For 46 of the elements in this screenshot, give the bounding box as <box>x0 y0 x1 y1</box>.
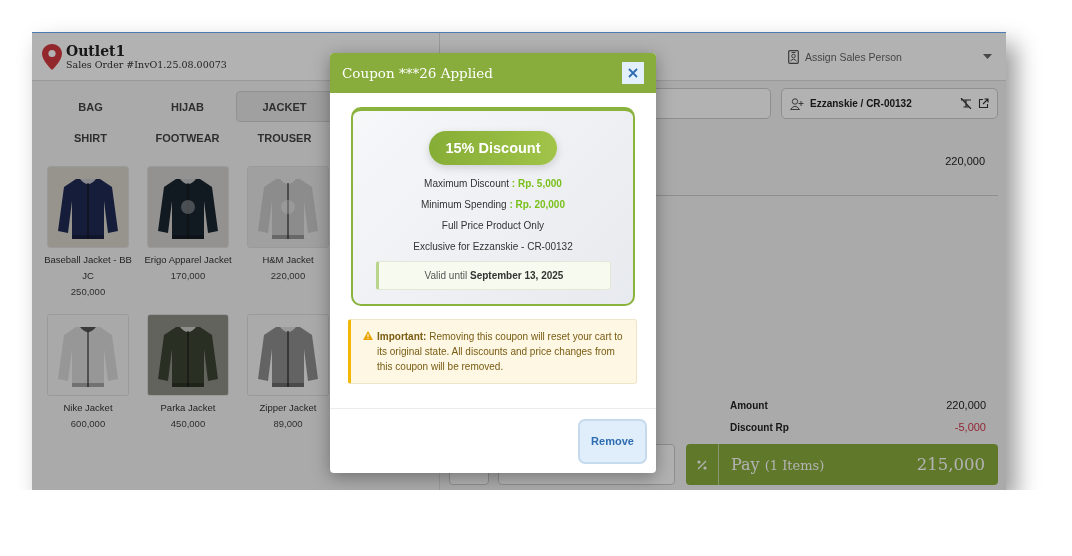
product-name: Erigo Apparel Jacket <box>143 253 233 267</box>
product-price: 250,000 <box>70 285 106 299</box>
total-label: Discount Rp <box>730 421 789 433</box>
badge-person-icon <box>788 49 799 64</box>
warning-icon <box>363 331 373 340</box>
product-name: Parka Jacket <box>159 401 217 415</box>
total-value: 220,000 <box>946 399 986 411</box>
product-name: Zipper Jacket <box>258 401 318 415</box>
product-price: 170,000 <box>170 269 206 283</box>
order-number: Sales Order #InvO1.25.08.00073 <box>66 59 227 70</box>
category-tab[interactable]: BAG <box>42 91 139 122</box>
product-price: 220,000 <box>270 269 306 283</box>
product-name: H&M Jacket <box>261 253 315 267</box>
customer-field[interactable]: Ezzanskie / CR-00132 <box>781 88 998 119</box>
category-tab[interactable]: TROUSER <box>236 122 333 153</box>
product-price: 450,000 <box>170 417 206 431</box>
outlet-name: Outlet1 <box>66 43 127 59</box>
close-button[interactable] <box>622 62 644 84</box>
category-tab[interactable]: JACKET <box>236 91 333 122</box>
modal-title: Coupon ***26 Applied <box>342 65 493 81</box>
crossed-out-icon[interactable] <box>960 98 972 109</box>
coupon-term: Minimum Spending : Rp. 20,000 <box>420 198 566 212</box>
product-price: 89,000 <box>273 417 303 431</box>
warning-text: Important: Removing this coupon will reset your cart to its original state. All discounts and price changes from this coupon will be removed. <box>377 330 624 374</box>
total-value: -5,000 <box>954 421 986 433</box>
coupon-term: Full Price Product Only <box>440 219 546 233</box>
product-name: Nike Jacket <box>62 401 114 415</box>
category-tab[interactable]: HIJAB <box>139 91 236 122</box>
validity-note: Valid until September 13, 2025 <box>424 270 564 281</box>
category-tab[interactable]: SHIRT <box>42 122 139 153</box>
coupon-term: Maximum Discount : Rp. 5,000 <box>423 177 563 191</box>
sales-person-dropdown[interactable]: Assign Sales Person <box>788 49 992 64</box>
product-name: Baseball Jacket - BBJC <box>43 253 133 283</box>
category-tab[interactable]: FOOTWEAR <box>139 122 236 153</box>
percent-icon <box>697 459 707 470</box>
coupon-term: Exclusive for Ezzanskie - CR-00132 <box>413 240 573 254</box>
line-total: 220,000 <box>945 155 985 167</box>
caret-icon <box>983 54 992 59</box>
discount-badge: 15% Discount <box>429 131 557 165</box>
product-price: 600,000 <box>70 417 106 431</box>
remove-button[interactable]: Remove <box>578 418 647 464</box>
external-link-icon[interactable] <box>978 98 989 109</box>
location-pin-icon <box>42 43 62 70</box>
total-label: Amount <box>730 399 768 411</box>
close-icon <box>628 68 638 78</box>
person-add-icon <box>790 97 804 110</box>
